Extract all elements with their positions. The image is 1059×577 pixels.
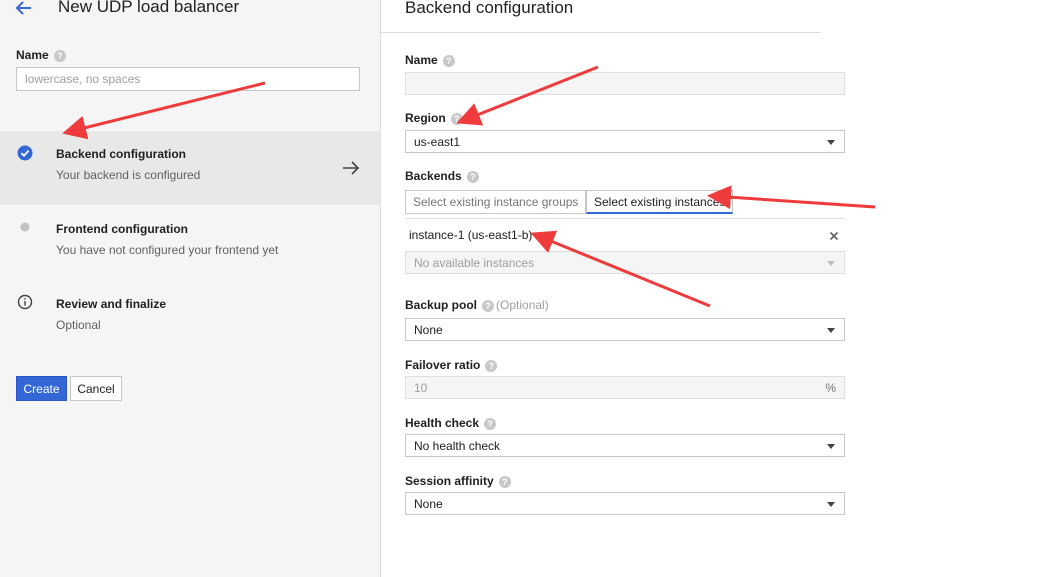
step-frontend-configuration[interactable]: Frontend configuration You have not conf… bbox=[0, 206, 380, 280]
tab-select-existing-instance-groups[interactable]: Select existing instance groups bbox=[405, 190, 586, 214]
step-backend-configuration[interactable]: Backend configuration Your backend is co… bbox=[0, 131, 380, 205]
session-affinity-value: None bbox=[414, 497, 443, 511]
backends-label: Backends? bbox=[405, 169, 479, 183]
session-affinity-label: Session affinity? bbox=[405, 474, 511, 488]
help-icon[interactable]: ? bbox=[482, 299, 495, 312]
failover-ratio-label: Failover ratio? bbox=[405, 358, 498, 372]
region-select[interactable]: us-east1 bbox=[405, 130, 845, 153]
instance-chip: instance-1 (us-east1-b) bbox=[409, 228, 533, 242]
session-affinity-select[interactable]: None bbox=[405, 492, 845, 515]
step-title: Frontend configuration bbox=[56, 222, 188, 236]
step-review-and-finalize[interactable]: Review and finalize Optional bbox=[0, 281, 380, 355]
name-field-label-text: Name bbox=[405, 53, 438, 67]
name-label-text: Name bbox=[16, 48, 49, 62]
help-icon[interactable]: ? bbox=[442, 54, 455, 67]
region-value: us-east1 bbox=[414, 135, 461, 149]
backup-pool-value: None bbox=[414, 323, 443, 337]
name-field bbox=[405, 72, 845, 95]
health-check-label: Health check? bbox=[405, 416, 497, 430]
step-subtitle: Optional bbox=[56, 318, 101, 332]
dropdown-caret-icon bbox=[827, 502, 835, 507]
backup-pool-label: Backup pool? (Optional) bbox=[405, 298, 549, 312]
page-title: New UDP load balancer bbox=[58, 0, 240, 16]
region-label: Region? bbox=[405, 111, 463, 125]
tab-select-existing-instances[interactable]: Select existing instances bbox=[586, 190, 733, 214]
info-icon bbox=[17, 294, 33, 310]
back-arrow-icon[interactable] bbox=[13, 0, 35, 19]
dropdown-caret-icon bbox=[827, 444, 835, 449]
failover-ratio-value: 10 bbox=[414, 381, 428, 395]
dropdown-caret-icon bbox=[827, 261, 835, 266]
step-subtitle: Your backend is configured bbox=[56, 168, 201, 182]
failover-ratio-input: 10 % bbox=[405, 376, 845, 399]
divider bbox=[405, 218, 845, 219]
name-field-label: Name? bbox=[405, 53, 455, 67]
optional-text: (Optional) bbox=[496, 298, 549, 312]
backup-pool-select[interactable]: None bbox=[405, 318, 845, 341]
left-header: New UDP load balancer bbox=[0, 0, 381, 28]
backup-pool-label-text: Backup pool bbox=[405, 298, 478, 312]
step-title: Review and finalize bbox=[56, 297, 167, 311]
region-label-text: Region bbox=[405, 111, 446, 125]
divider bbox=[381, 32, 821, 33]
cancel-button[interactable]: Cancel bbox=[70, 376, 122, 401]
help-icon[interactable]: ? bbox=[450, 112, 463, 125]
name-label: Name? bbox=[16, 48, 66, 62]
section-title: Backend configuration bbox=[405, 0, 574, 17]
name-input[interactable] bbox=[16, 67, 360, 91]
step-subtitle: You have not configured your frontend ye… bbox=[56, 243, 279, 257]
backends-label-text: Backends bbox=[405, 169, 462, 183]
instances-select: No available instances bbox=[405, 251, 845, 274]
dot-icon bbox=[20, 222, 30, 232]
percent-suffix: % bbox=[825, 381, 836, 395]
instances-placeholder: No available instances bbox=[414, 256, 535, 270]
create-button[interactable]: Create bbox=[16, 376, 67, 401]
step-title: Backend configuration bbox=[56, 147, 187, 161]
left-panel: New UDP load balancer Name? Backend conf… bbox=[0, 0, 381, 577]
help-icon[interactable]: ? bbox=[485, 359, 498, 372]
help-icon[interactable]: ? bbox=[484, 417, 497, 430]
arrow-right-icon bbox=[343, 161, 360, 175]
help-icon[interactable]: ? bbox=[53, 49, 66, 62]
dropdown-caret-icon bbox=[827, 328, 835, 333]
health-check-label-text: Health check bbox=[405, 416, 480, 430]
health-check-select[interactable]: No health check bbox=[405, 434, 845, 457]
check-circle-icon bbox=[17, 145, 33, 161]
help-icon[interactable]: ? bbox=[498, 475, 511, 488]
failover-ratio-label-text: Failover ratio bbox=[405, 358, 481, 372]
session-affinity-label-text: Session affinity bbox=[405, 474, 494, 488]
health-check-value: No health check bbox=[414, 439, 501, 453]
dropdown-caret-icon bbox=[827, 140, 835, 145]
help-icon[interactable]: ? bbox=[466, 170, 479, 183]
close-icon[interactable] bbox=[827, 229, 841, 243]
annotation-arrow-instances-tab bbox=[707, 185, 876, 210]
